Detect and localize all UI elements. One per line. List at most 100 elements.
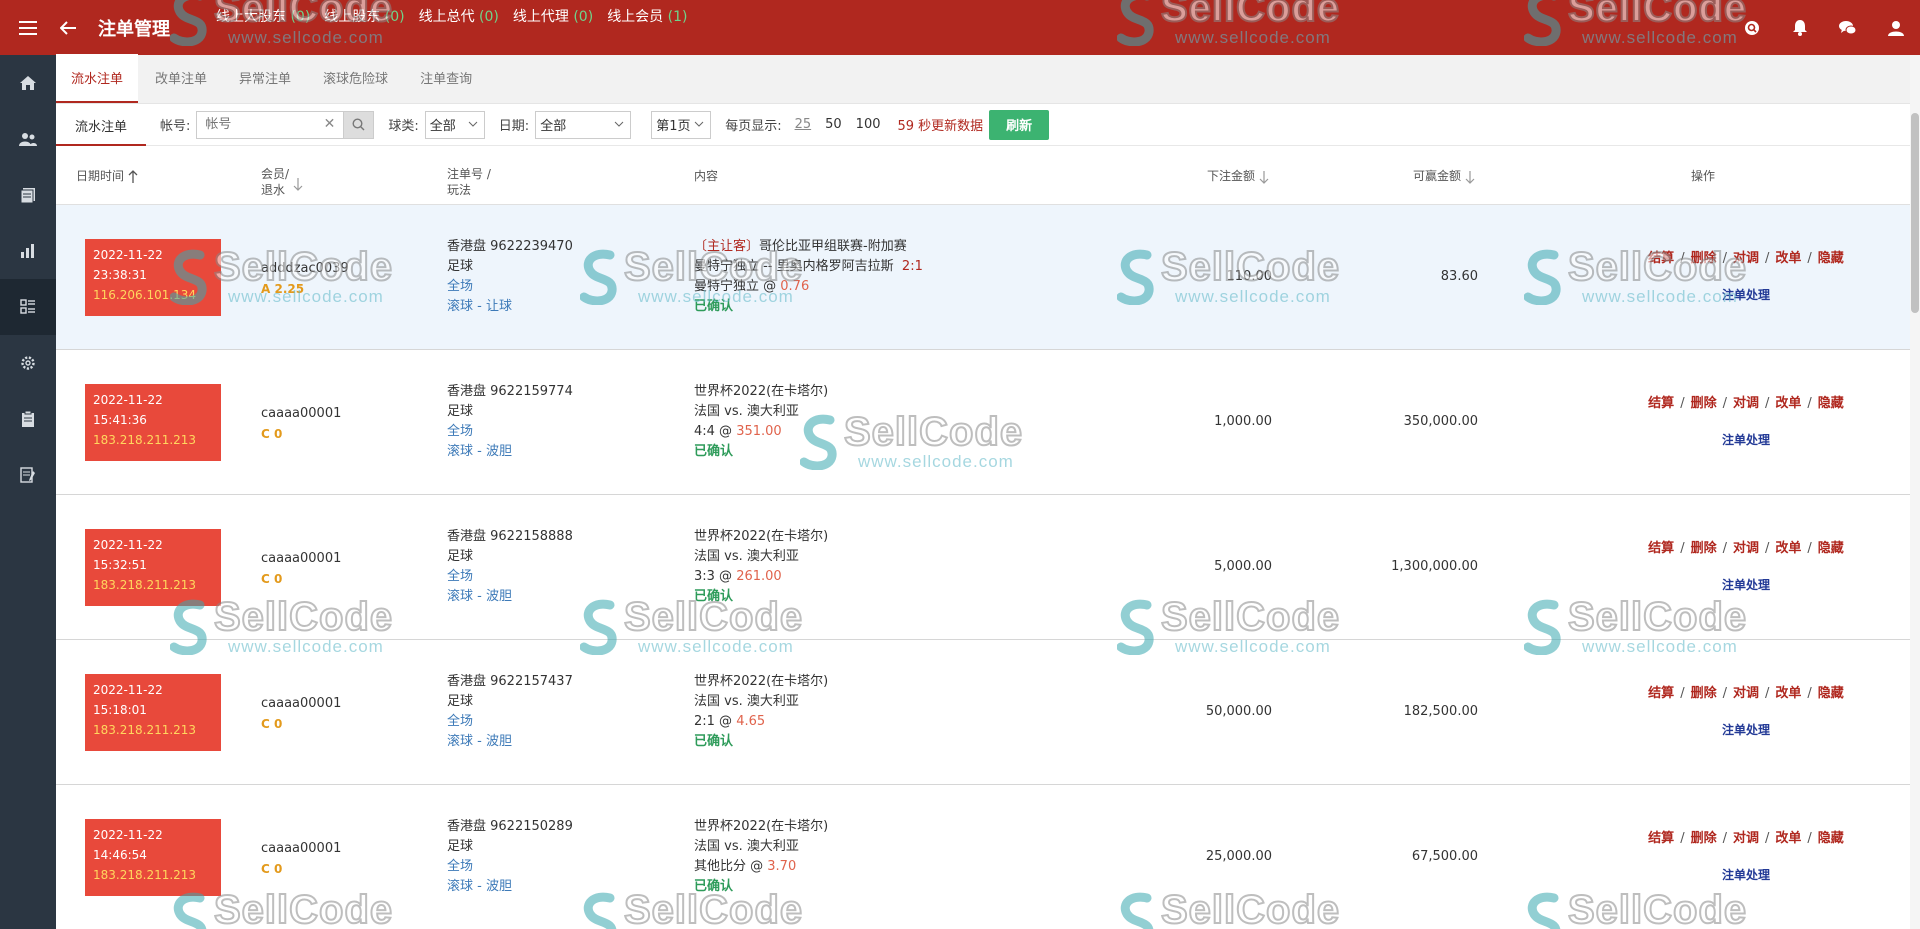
stake-amount: 5,000.00 bbox=[1214, 559, 1272, 574]
online-stats: 线上大股东 (0) 线上股东 (0) 线上总代 (0) 线上代理 (0) 线上会… bbox=[216, 6, 687, 26]
col-datetime[interactable]: 日期时间 bbox=[76, 168, 138, 184]
hide-link[interactable]: 隐藏 bbox=[1818, 686, 1844, 701]
bet-handle-link[interactable]: 注单处理 bbox=[1722, 866, 1770, 883]
sidebar-item-reports[interactable] bbox=[0, 447, 56, 503]
user-icon[interactable] bbox=[1872, 0, 1920, 55]
modify-link[interactable]: 改单 bbox=[1775, 541, 1801, 556]
member-account[interactable]: adddzac0039 bbox=[261, 259, 349, 279]
stat-major-shareholder: 线上大股东 (0) bbox=[216, 8, 311, 25]
settle-link[interactable]: 结算 bbox=[1648, 396, 1674, 411]
swap-link[interactable]: 对调 bbox=[1733, 396, 1759, 411]
table-row: 2022-11-22 15:32:51 183.218.211.213 caaa… bbox=[56, 495, 1910, 640]
account-input[interactable] bbox=[197, 117, 318, 132]
chat-icon[interactable] bbox=[1824, 0, 1872, 55]
col-win[interactable]: 可赢金额 bbox=[1413, 168, 1475, 184]
bets-table: 日期时间 会员/ 退水 注单号 / 玩法 内容 下注金额 可赢金额 操作 202… bbox=[56, 146, 1910, 929]
settle-link[interactable]: 结算 bbox=[1648, 686, 1674, 701]
bet-handle-link[interactable]: 注单处理 bbox=[1722, 431, 1770, 448]
gear-icon bbox=[21, 356, 35, 370]
sidebar-item-documents[interactable] bbox=[0, 167, 56, 223]
swap-link[interactable]: 对调 bbox=[1733, 541, 1759, 556]
hide-link[interactable]: 隐藏 bbox=[1818, 251, 1844, 266]
bet-cell: 香港盘 9622150289 足球 全场 滚球 - 波胆 bbox=[447, 819, 573, 894]
hamburger-menu-icon[interactable] bbox=[0, 0, 56, 55]
col-stake[interactable]: 下注金额 bbox=[1207, 168, 1269, 184]
sort-down-icon bbox=[1465, 170, 1475, 184]
delete-link[interactable]: 删除 bbox=[1691, 251, 1717, 266]
member-account[interactable]: caaaa00001 bbox=[261, 839, 341, 859]
search-icon[interactable] bbox=[1728, 0, 1776, 55]
scrollbar-thumb[interactable] bbox=[1911, 113, 1919, 313]
bet-handle-link[interactable]: 注单处理 bbox=[1722, 576, 1770, 593]
settle-link[interactable]: 结算 bbox=[1648, 831, 1674, 846]
sort-down-icon bbox=[293, 177, 303, 191]
bet-handle-link[interactable]: 注单处理 bbox=[1722, 286, 1770, 303]
documents-icon bbox=[20, 188, 35, 203]
win-amount: 182,500.00 bbox=[1403, 704, 1478, 719]
back-arrow-icon[interactable] bbox=[56, 0, 80, 55]
modify-link[interactable]: 改单 bbox=[1775, 251, 1801, 266]
hide-link[interactable]: 隐藏 bbox=[1818, 541, 1844, 556]
date-select[interactable]: 全部 bbox=[535, 110, 632, 139]
stat-agent: 线上代理 (0) bbox=[512, 8, 594, 25]
per-page-100[interactable]: 100 bbox=[856, 117, 881, 132]
settle-link[interactable]: 结算 bbox=[1648, 541, 1674, 556]
modify-link[interactable]: 改单 bbox=[1775, 686, 1801, 701]
table-row: 2022-11-22 15:18:01 183.218.211.213 caaa… bbox=[56, 640, 1910, 785]
swap-link[interactable]: 对调 bbox=[1733, 251, 1759, 266]
ball-type-label: 球类: bbox=[388, 119, 419, 134]
delete-link[interactable]: 删除 bbox=[1691, 831, 1717, 846]
tab-abnormal-bets[interactable]: 异常注单 bbox=[224, 54, 306, 103]
sidebar-item-clipboard[interactable] bbox=[0, 391, 56, 447]
tab-flow-bets[interactable]: 流水注单 bbox=[56, 54, 139, 103]
sidebar-item-users[interactable] bbox=[0, 111, 56, 167]
win-amount: 1,300,000.00 bbox=[1391, 559, 1478, 574]
refresh-button[interactable]: 刷新 bbox=[989, 109, 1050, 140]
sidebar-item-home[interactable] bbox=[0, 55, 56, 111]
member-account[interactable]: caaaa00001 bbox=[261, 404, 341, 424]
sidebar bbox=[0, 55, 56, 929]
col-member[interactable]: 会员/ 退水 bbox=[261, 166, 303, 198]
vertical-scrollbar[interactable] bbox=[1910, 55, 1920, 929]
delete-link[interactable]: 删除 bbox=[1691, 541, 1717, 556]
search-icon bbox=[352, 118, 365, 131]
per-page-50[interactable]: 50 bbox=[825, 117, 842, 132]
member-account[interactable]: caaaa00001 bbox=[261, 549, 341, 569]
delete-link[interactable]: 删除 bbox=[1691, 686, 1717, 701]
hide-link[interactable]: 隐藏 bbox=[1818, 396, 1844, 411]
chevron-down-icon bbox=[468, 121, 478, 127]
ball-type-select[interactable]: 全部 bbox=[424, 110, 485, 139]
home-icon bbox=[20, 76, 36, 90]
clear-icon[interactable]: ✕ bbox=[324, 116, 336, 132]
search-button[interactable] bbox=[344, 110, 375, 139]
rebate: C 0 bbox=[261, 572, 283, 586]
bet-handle-link[interactable]: 注单处理 bbox=[1722, 721, 1770, 738]
bell-icon[interactable] bbox=[1776, 0, 1824, 55]
table-row: 2022-11-22 15:41:36 183.218.211.213 caaa… bbox=[56, 350, 1910, 495]
tab-live-danger[interactable]: 滚球危险球 bbox=[308, 54, 403, 103]
col-bet-no: 注单号 / 玩法 bbox=[447, 167, 491, 197]
modify-link[interactable]: 改单 bbox=[1775, 396, 1801, 411]
stake-amount: 50,000.00 bbox=[1205, 704, 1272, 719]
sidebar-item-settings[interactable] bbox=[0, 335, 56, 391]
tab-bet-search[interactable]: 注单查询 bbox=[405, 54, 487, 103]
sidebar-item-bets[interactable] bbox=[0, 279, 56, 335]
win-amount: 67,500.00 bbox=[1411, 849, 1478, 864]
per-page-25[interactable]: 25 bbox=[795, 117, 812, 132]
delete-link[interactable]: 删除 bbox=[1691, 396, 1717, 411]
tab-modified-bets[interactable]: 改单注单 bbox=[140, 54, 222, 103]
page-select[interactable]: 第1页 bbox=[651, 110, 712, 139]
list-icon bbox=[20, 299, 35, 314]
modify-link[interactable]: 改单 bbox=[1775, 831, 1801, 846]
page-title: 注单管理 bbox=[98, 18, 170, 40]
sidebar-item-charts[interactable] bbox=[0, 223, 56, 279]
hide-link[interactable]: 隐藏 bbox=[1818, 831, 1844, 846]
member-account[interactable]: caaaa00001 bbox=[261, 694, 341, 714]
col-content: 内容 bbox=[694, 169, 719, 183]
content-cell: 世界杯2022(在卡塔尔) 法国 vs. 澳大利亚 4:4 @ 351.00 已… bbox=[694, 384, 829, 459]
win-amount: 350,000.00 bbox=[1403, 414, 1478, 429]
swap-link[interactable]: 对调 bbox=[1733, 831, 1759, 846]
swap-link[interactable]: 对调 bbox=[1733, 686, 1759, 701]
table-row: 2022-11-22 14:46:54 183.218.211.213 caaa… bbox=[56, 785, 1910, 929]
settle-link[interactable]: 结算 bbox=[1648, 251, 1674, 266]
